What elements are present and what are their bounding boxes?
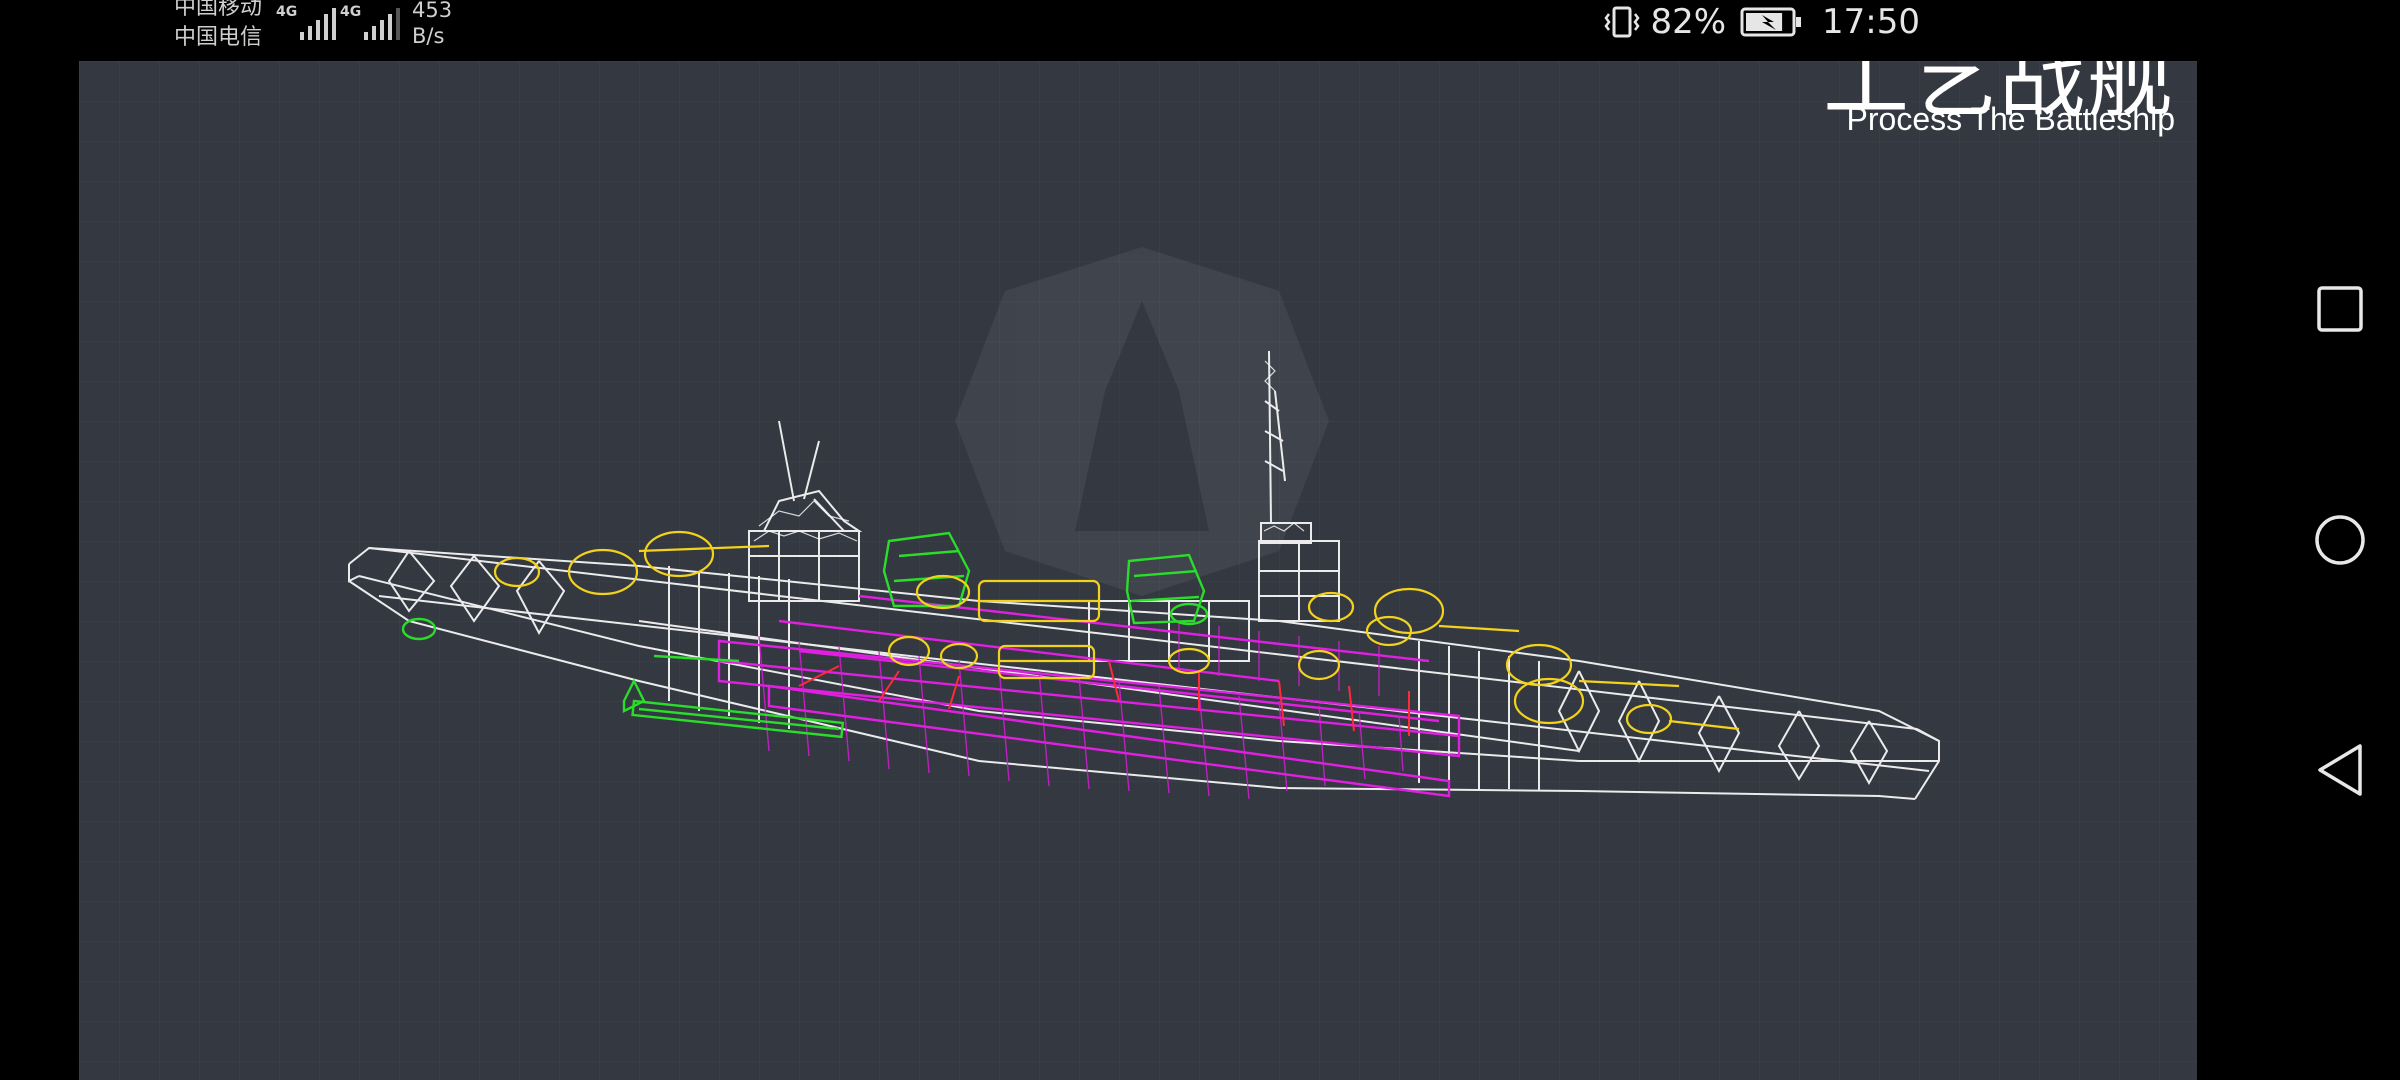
back-triangle-icon <box>2318 744 2362 796</box>
phone-screen: 中国移动 中国电信 4G 4G 453 B/s 82% 17:50 工艺战舰 P… <box>0 0 2400 1080</box>
carrier-name-primary: 中国移动 <box>174 0 263 20</box>
ship-wireframe-model[interactable] <box>79 61 2197 1080</box>
carrier-name-secondary: 中国电信 <box>174 25 263 50</box>
signal-indicator-secondary: 4G <box>340 2 404 40</box>
home-circle-icon <box>2315 515 2365 565</box>
battery-charging-icon <box>1740 7 1802 37</box>
home-button[interactable] <box>2310 510 2370 570</box>
vibrate-icon <box>1604 6 1640 38</box>
signal-indicator-primary: 4G <box>276 2 340 40</box>
navigation-bar <box>2197 61 2400 1080</box>
network-type-secondary: 4G <box>340 4 362 20</box>
signal-bars-icon <box>300 8 336 40</box>
recents-square-icon <box>2317 286 2363 332</box>
back-button[interactable] <box>2310 740 2370 800</box>
status-right-cluster: 82% 17:50 <box>1602 0 1920 44</box>
recents-button[interactable] <box>2310 279 2370 339</box>
signal-bars-icon <box>364 8 400 40</box>
game-title-english: Process The Battleship <box>1846 101 2175 137</box>
network-type-primary: 4G <box>276 4 298 20</box>
network-speed: 453 B/s <box>412 0 452 49</box>
battery-percent: 82% <box>1650 2 1727 42</box>
ship-viewport[interactable]: 工艺战舰 Process The Battleship <box>79 61 2197 1080</box>
clock: 17:50 <box>1822 2 1920 42</box>
network-speed-unit: B/s <box>412 24 445 48</box>
status-bar: 中国移动 中国电信 4G 4G 453 B/s 82% 17:50 <box>0 0 2400 61</box>
network-speed-value: 453 <box>412 0 453 22</box>
